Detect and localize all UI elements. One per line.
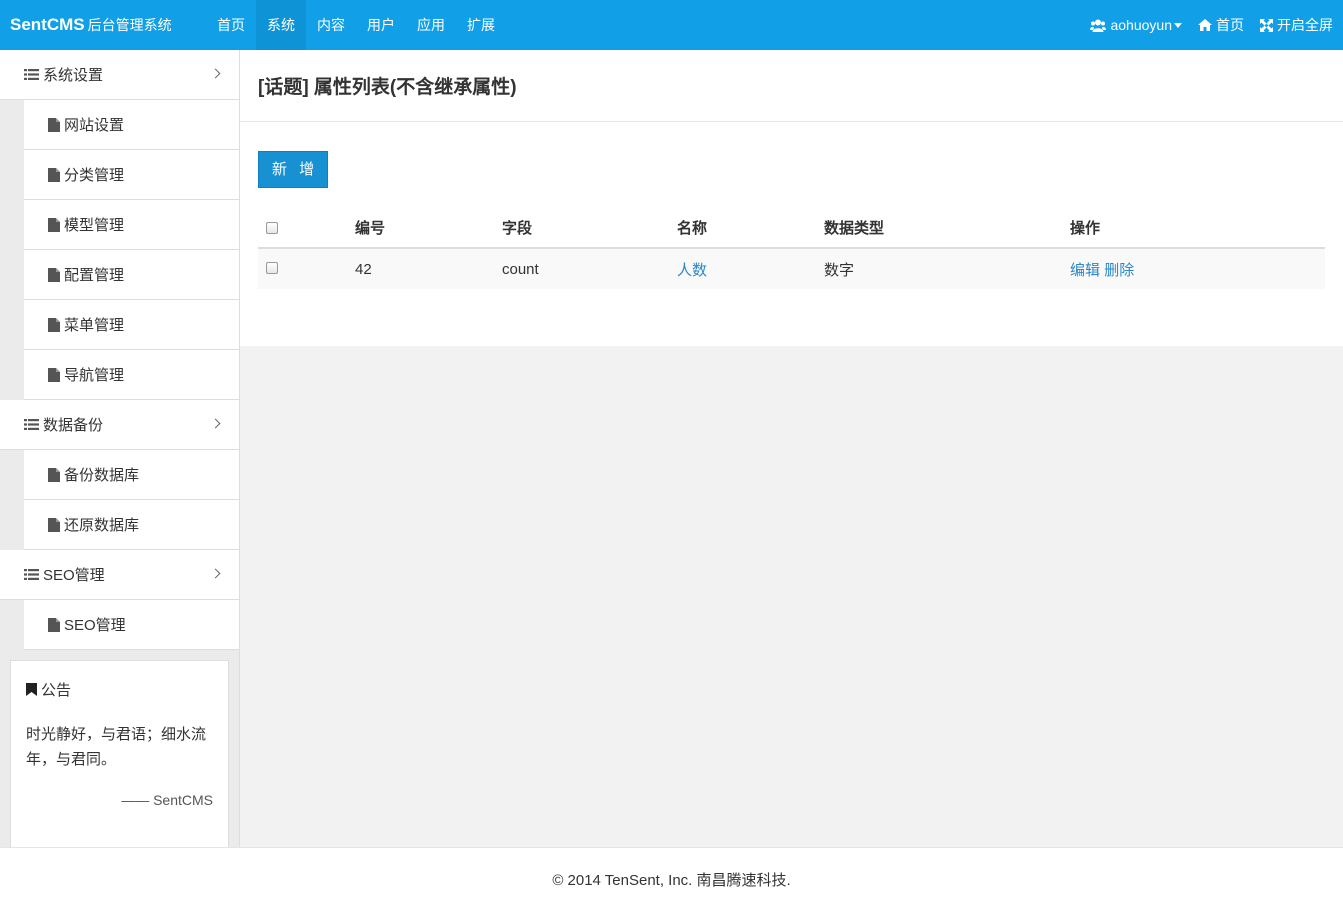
user-dropdown[interactable]: aohuoyun [1090,17,1182,33]
notice-title: 公告 [26,679,213,700]
sidebar-item-nav-management[interactable]: 导航管理 [24,350,239,400]
notice-body: 时光静好，与君语；细水流年，与君同。 [26,726,207,768]
sidebar-item-label: 网站设置 [64,117,125,134]
file-icon [48,467,60,482]
page-title: [话题] 属性列表(不含继承属性) [240,50,1343,122]
row-select-cell [258,248,355,289]
attribute-table: 编号 字段 名称 数据类型 操作 42 count 人数 数字 编辑 删除 [258,210,1325,289]
fullscreen-label: 开启全屏 [1277,17,1333,33]
delete-link[interactable]: 删除 [1104,262,1134,279]
file-icon [48,317,60,332]
cell-id: 42 [355,248,502,289]
select-all-checkbox[interactable] [266,222,278,234]
file-icon [48,517,60,532]
sidebar-item-menu-management[interactable]: 菜单管理 [24,300,239,350]
top-nav: 首页 系统 内容 用户 应用 扩展 [206,0,506,50]
topnav-content[interactable]: 内容 [306,0,356,50]
home-icon [1198,19,1212,31]
notice-panel: 公告 时光静好，与君语；细水流年，与君同。 —— SentCMS [10,660,229,850]
header-id: 编号 [355,210,502,249]
header-name: 名称 [677,210,824,249]
sidebar-item-config-management[interactable]: 配置管理 [24,250,239,300]
sidebar-item-backup-database[interactable]: 备份数据库 [24,450,239,500]
table-row: 42 count 人数 数字 编辑 删除 [258,248,1325,289]
expand-icon [1260,18,1273,32]
file-icon [48,167,60,182]
sidebar-item-label: 还原数据库 [64,517,140,534]
home-link[interactable]: 首页 [1198,15,1244,35]
fullscreen-button[interactable]: 开启全屏 [1260,15,1333,35]
username: aohuoyun [1110,17,1172,33]
home-link-label: 首页 [1216,17,1244,33]
content-panel: [话题] 属性列表(不含继承属性) 新 增 编号 字段 名称 数据类型 操作 4… [240,50,1343,346]
sidebar-group-label: SEO管理 [43,567,105,584]
sidebar-item-seo-management[interactable]: SEO管理 [24,600,239,650]
brand-name[interactable]: SentCMS [10,15,85,34]
sidebar-item-label: 导航管理 [64,367,125,384]
brand[interactable]: SentCMS 后台管理系统 [10,0,172,50]
name-link[interactable]: 人数 [677,262,707,279]
chevron-right-icon [210,418,221,429]
file-icon [48,217,60,232]
file-icon [48,617,60,632]
file-icon [48,367,60,382]
sidebar-item-model-management[interactable]: 模型管理 [24,200,239,250]
header-field: 字段 [502,210,677,249]
file-icon [48,267,60,282]
list-icon [24,419,39,430]
cell-data-type: 数字 [824,248,1070,289]
copyright-text: © 2014 TenSent, Inc. 南昌腾速科技. [552,872,791,889]
topnav-users[interactable]: 用户 [356,0,406,50]
sidebar-item-label: 配置管理 [64,267,125,284]
main-content: [话题] 属性列表(不含继承属性) 新 增 编号 字段 名称 数据类型 操作 4… [240,50,1343,847]
sidebar-item-restore-database[interactable]: 还原数据库 [24,500,239,550]
sidebar-group-data-backup[interactable]: 数据备份 [0,400,239,450]
notice-title-text: 公告 [41,682,72,699]
sidebar-group-seo[interactable]: SEO管理 [0,550,239,600]
sidebar-item-label: 备份数据库 [64,467,140,484]
list-icon [24,569,39,580]
top-navbar: SentCMS 后台管理系统 首页 系统 内容 用户 应用 扩展 aohuoyun… [0,0,1343,50]
sidebar-group-label: 系统设置 [43,67,104,84]
caret-down-icon [1174,22,1182,28]
sidebar-item-label: 分类管理 [64,167,125,184]
cell-name: 人数 [677,248,824,289]
sidebar: 系统设置 网站设置 分类管理 模型管理 配置管理 菜单管理 导航管理 数据备份 … [0,50,240,850]
topnav-system[interactable]: 系统 [256,0,306,50]
list-icon [24,69,39,80]
topnav-extensions[interactable]: 扩展 [456,0,506,50]
topnav-apps[interactable]: 应用 [406,0,456,50]
sidebar-item-category-management[interactable]: 分类管理 [24,150,239,200]
footer: © 2014 TenSent, Inc. 南昌腾速科技. [0,847,1343,911]
sidebar-item-label: 菜单管理 [64,317,125,334]
sidebar-group-system-settings[interactable]: 系统设置 [0,50,239,100]
chevron-right-icon [210,568,221,579]
edit-link[interactable]: 编辑 [1070,262,1100,279]
sidebar-item-label: 模型管理 [64,217,125,234]
bookmark-icon [26,683,37,696]
table-header-row: 编号 字段 名称 数据类型 操作 [258,210,1325,249]
header-actions: 操作 [1070,210,1325,249]
sidebar-group-label: 数据备份 [43,417,104,434]
chevron-right-icon [210,68,221,79]
header-select-all [258,210,355,249]
sidebar-item-site-settings[interactable]: 网站设置 [24,100,239,150]
topnav-home[interactable]: 首页 [206,0,256,50]
notice-signature: —— SentCMS [121,792,213,808]
header-data-type: 数据类型 [824,210,1070,249]
users-icon [1090,19,1107,32]
cell-field: count [502,248,677,289]
sidebar-item-label: SEO管理 [64,617,126,634]
file-icon [48,117,60,132]
row-checkbox[interactable] [266,261,278,274]
cell-actions: 编辑 删除 [1070,248,1325,289]
top-right-menu: aohuoyun 首页 开启全屏 [1074,0,1333,50]
add-button[interactable]: 新 增 [258,151,328,188]
brand-subtitle: 后台管理系统 [87,17,172,33]
